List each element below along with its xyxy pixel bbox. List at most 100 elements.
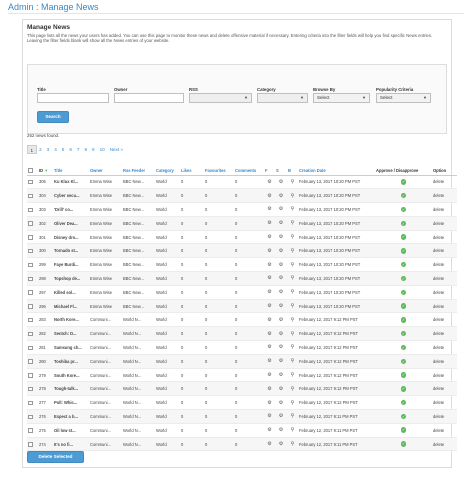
col-sponsored[interactable]: S [275,166,287,176]
row-category-link[interactable]: World [155,216,180,231]
check-circle-icon[interactable]: ✓ [400,372,407,378]
row-delete-link[interactable]: delete [432,202,457,217]
row-category-link[interactable]: World [155,437,180,452]
row-delete-link[interactable]: delete [432,271,457,286]
col-comments[interactable]: Comments [234,166,264,176]
row-title-link[interactable]: Samsung ch... [53,340,89,355]
featured-icon[interactable]: ⚙ [267,317,271,323]
pin-icon[interactable]: ⚲ [291,262,295,268]
row-checkbox[interactable] [28,428,33,433]
row-feeder-link[interactable]: BBC New... [122,285,155,300]
sponsored-icon[interactable]: ⚙ [279,331,283,337]
row-title-link[interactable]: Toshiba pr... [53,354,89,369]
row-delete-link[interactable]: delete [432,423,457,438]
sponsored-icon[interactable]: ⚙ [279,220,283,226]
row-checkbox[interactable] [28,386,33,392]
page-link-3[interactable]: 3 [44,145,52,154]
row-owner-link[interactable]: Emma Wise [89,216,122,231]
row-title-link[interactable]: Oil low st... [53,423,89,438]
row-checkbox[interactable] [28,207,33,213]
row-feeder-link[interactable]: BBC New... [122,243,155,259]
featured-icon[interactable]: ⚙ [267,400,271,406]
row-category-link[interactable]: World [155,285,180,300]
check-circle-icon[interactable]: ✓ [400,386,407,392]
rss-filter-select[interactable]: ▼ [189,93,252,103]
row-feeder-link[interactable]: BBC New... [122,202,155,217]
row-category-link[interactable]: World [155,271,180,286]
pin-icon[interactable]: ⚲ [291,427,295,433]
row-owner-link[interactable]: Emma Wise [89,271,122,286]
row-title-link[interactable]: Disney dro... [53,230,89,245]
featured-icon[interactable]: ⚙ [267,193,271,199]
col-category[interactable]: Category [155,166,180,176]
row-owner-link[interactable]: Communi... [89,312,122,328]
featured-icon[interactable]: ⚙ [267,331,271,337]
row-category-link[interactable]: World [155,340,180,355]
pin-icon[interactable]: ⚲ [291,331,295,337]
sponsored-icon[interactable]: ⚙ [279,262,283,268]
row-delete-link[interactable]: delete [432,257,457,273]
row-delete-link[interactable]: delete [432,354,457,369]
featured-icon[interactable]: ⚙ [267,386,271,392]
row-checkbox[interactable] [28,262,33,268]
featured-icon[interactable]: ⚙ [267,344,271,350]
col-title[interactable]: Title [53,166,89,176]
row-checkbox[interactable] [28,442,33,447]
sponsored-icon[interactable]: ⚙ [279,179,283,185]
sponsored-icon[interactable]: ⚙ [279,234,283,240]
pin-icon[interactable]: ⚲ [291,193,295,199]
row-checkbox[interactable] [28,221,33,226]
pin-icon[interactable]: ⚲ [291,275,295,281]
row-owner-link[interactable]: Communi... [89,354,122,369]
row-category-link[interactable]: World [155,381,180,397]
check-circle-icon[interactable]: ✓ [400,192,407,199]
row-category-link[interactable]: World [155,299,180,314]
title-filter-input[interactable] [37,93,109,103]
pin-icon[interactable]: ⚲ [291,413,295,419]
featured-icon[interactable]: ⚙ [267,179,271,185]
row-feeder-link[interactable]: BBC New... [122,257,155,273]
row-feeder-link[interactable]: BBC New... [122,271,155,286]
check-circle-icon[interactable]: ✓ [400,289,407,296]
page-link-6[interactable]: 6 [67,145,75,154]
sponsored-icon[interactable]: ⚙ [279,372,283,378]
featured-icon[interactable]: ⚙ [267,206,271,212]
col-bookmark[interactable]: B [287,166,298,176]
row-delete-link[interactable]: delete [432,188,457,204]
featured-icon[interactable]: ⚙ [267,289,271,295]
row-checkbox[interactable] [28,331,33,337]
row-owner-link[interactable]: Emma Wise [89,202,122,217]
pin-icon[interactable]: ⚲ [291,441,295,447]
sponsored-icon[interactable]: ⚙ [279,303,283,309]
row-feeder-link[interactable]: BBC New... [122,216,155,231]
row-owner-link[interactable]: Communi... [89,368,122,383]
row-delete-link[interactable]: delete [432,437,457,452]
row-delete-link[interactable]: delete [432,409,457,424]
row-delete-link[interactable]: delete [432,312,457,328]
row-feeder-link[interactable]: World N... [122,437,155,452]
row-feeder-link[interactable]: World N... [122,340,155,355]
row-feeder-link[interactable]: BBC New... [122,175,155,190]
sponsored-icon[interactable]: ⚙ [279,193,283,199]
row-delete-link[interactable]: delete [432,243,457,259]
page-link-5[interactable]: 5 [59,145,67,154]
sponsored-icon[interactable]: ⚙ [279,386,283,392]
pin-icon[interactable]: ⚲ [291,179,295,185]
row-category-link[interactable]: World [155,409,180,424]
row-checkbox[interactable] [28,400,33,406]
page-link-10[interactable]: 10 [97,145,107,154]
browse-by-select[interactable]: Select ▼ [313,93,370,103]
page-next-link[interactable]: Next » [107,145,125,154]
check-circle-icon[interactable]: ✓ [400,275,407,282]
row-feeder-link[interactable]: World N... [122,368,155,383]
row-title-link[interactable]: Expect a b... [53,409,89,424]
row-title-link[interactable]: It's no fi... [53,437,89,452]
check-circle-icon[interactable]: ✓ [400,344,407,351]
row-owner-link[interactable]: Communi... [89,381,122,397]
check-circle-icon[interactable]: ✓ [400,179,407,185]
pin-icon[interactable]: ⚲ [291,372,295,378]
row-delete-link[interactable]: delete [432,326,457,342]
popularity-select[interactable]: Select ▼ [376,93,431,103]
row-title-link[interactable]: South Kore... [53,368,89,383]
col-id[interactable]: ID ▼ [38,166,53,176]
